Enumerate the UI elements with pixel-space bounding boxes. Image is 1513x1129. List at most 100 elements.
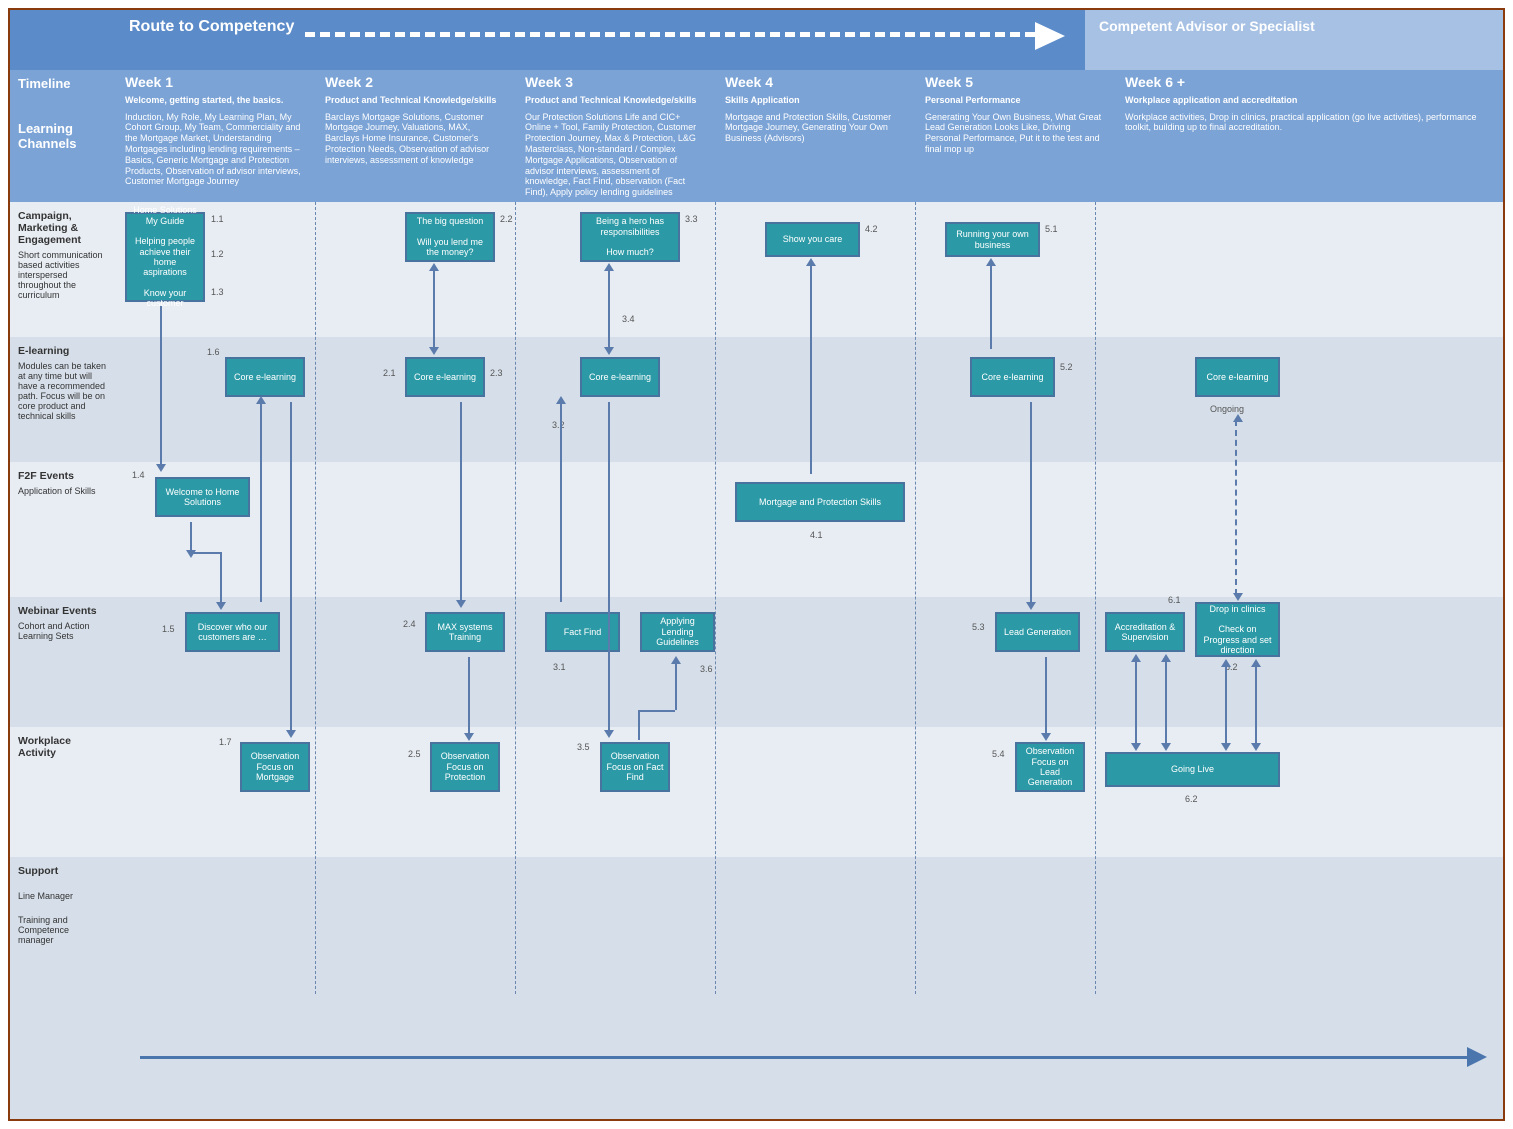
week-title: Week 2 <box>325 74 505 91</box>
arrow <box>190 552 220 554</box>
row-workplace: Workplace Activity <box>10 727 1503 857</box>
node-el-w5: Core e-learning <box>970 357 1055 397</box>
col-sep <box>1095 202 1096 994</box>
arrow <box>468 657 470 735</box>
seq-num: 4.1 <box>810 530 823 540</box>
week-detail: Workplace activities, Drop in clinics, p… <box>1125 112 1476 133</box>
row-title: F2F Events <box>18 470 107 482</box>
arrow <box>1030 402 1032 604</box>
node-wp-w6: Going Live <box>1105 752 1280 787</box>
node-web-w6-accred: Accreditation & Supervision <box>1105 612 1185 652</box>
channels-label: Learning Channels <box>18 121 107 151</box>
col-week-5: Week 5 Personal Performance Generating Y… <box>915 70 1115 202</box>
week-title: Week 6 + <box>1125 74 1493 91</box>
col-sep <box>715 202 716 994</box>
arrow <box>460 402 462 602</box>
row-elearning: E-learning Modules can be taken at any t… <box>10 337 1503 462</box>
node-cme-w5: Running your own business <box>945 222 1040 257</box>
seq-num: 2.5 <box>408 749 421 759</box>
col-week-6: Week 6 + Workplace application and accre… <box>1115 70 1503 202</box>
row-axis-label: Timeline Learning Channels <box>10 70 115 202</box>
node-el-w6: Core e-learning <box>1195 357 1280 397</box>
seq-num: 6.2 <box>1185 794 1198 804</box>
week-subtitle: Skills Application <box>725 95 905 106</box>
arrow <box>638 710 640 740</box>
route-title-block: Route to Competency <box>115 10 1085 70</box>
arrow <box>220 552 222 604</box>
week-subtitle: Personal Performance <box>925 95 1105 106</box>
seq-num: 2.1 <box>383 368 396 378</box>
seq-num: 5.1 <box>1045 224 1058 234</box>
end-title: Competent Advisor or Specialist <box>1085 10 1503 70</box>
seq-num: 1.4 <box>132 470 145 480</box>
seq-num: 1.5 <box>162 624 175 634</box>
node-el-w1: Core e-learning <box>225 357 305 397</box>
support-line: Training and Competence manager <box>18 915 107 945</box>
seq-num: 1.6 <box>207 347 220 357</box>
row-label: F2F Events Application of Skills <box>10 462 115 597</box>
arrow <box>638 710 675 712</box>
seq-num: 5.2 <box>1060 362 1073 372</box>
diagram-frame: Route to Competency Competent Advisor or… <box>8 8 1505 1121</box>
support-line: Line Manager <box>18 891 107 901</box>
arrow-bidir <box>1255 665 1257 745</box>
week-subtitle: Workplace application and accreditation <box>1125 95 1493 106</box>
node-web-w1: Discover who our customers are … <box>185 612 280 652</box>
row-title: E-learning <box>18 345 107 357</box>
header-bar: Route to Competency Competent Advisor or… <box>10 10 1503 70</box>
arrow-bidir <box>608 269 610 349</box>
arrow <box>810 264 812 474</box>
seq-num: 4.2 <box>865 224 878 234</box>
col-week-1: Week 1 Welcome, getting started, the bas… <box>115 70 315 202</box>
ongoing-note: Ongoing <box>1210 404 1244 414</box>
seq-num: 2.2 <box>500 214 513 224</box>
week-subtitle: Welcome, getting started, the basics. <box>125 95 305 106</box>
row-title: Webinar Events <box>18 605 107 617</box>
node-web-w3-lending: Applying Lending Guidelines <box>640 612 715 652</box>
support-arrow <box>140 1056 1473 1059</box>
row-title: Workplace Activity <box>18 735 107 759</box>
week-detail: Induction, My Role, My Learning Plan, My… <box>125 112 301 187</box>
seq-num: 5.3 <box>972 622 985 632</box>
week-title: Week 4 <box>725 74 905 91</box>
seq-num: 3.3 <box>685 214 698 224</box>
row-desc: Modules can be taken at any time but wil… <box>18 361 106 421</box>
node-wp-w5: Observation Focus on Lead Generation <box>1015 742 1085 792</box>
seq-num: 3.6 <box>700 664 713 674</box>
node-el-w2: Core e-learning <box>405 357 485 397</box>
week-title: Week 1 <box>125 74 305 91</box>
seq-num: 5.4 <box>992 749 1005 759</box>
node-web-w6-clinics: Drop in clinics Check on Progress and se… <box>1195 602 1280 657</box>
seq-num: 1.7 <box>219 737 232 747</box>
row-desc: Cohort and Action Learning Sets <box>18 621 90 641</box>
arrow <box>608 402 610 732</box>
week-title: Week 3 <box>525 74 705 91</box>
node-web-w5: Lead Generation <box>995 612 1080 652</box>
week-subtitle: Product and Technical Knowledge/skills <box>525 95 705 106</box>
arrow <box>260 402 262 602</box>
week-detail: Mortgage and Protection Skills, Customer… <box>725 112 891 144</box>
arrow <box>290 402 292 732</box>
seq-num: 1.1 <box>211 214 224 224</box>
node-cme-w4: Show you care <box>765 222 860 257</box>
row-label: Campaign, Marketing & Engagement Short c… <box>10 202 115 337</box>
node-web-w2: MAX systems Training <box>425 612 505 652</box>
timeline-label: Timeline <box>18 76 107 91</box>
node-f2f-w4: Mortgage and Protection Skills <box>735 482 905 522</box>
seq-num: 1.3 <box>211 287 224 297</box>
seq-num: 1.2 <box>211 249 224 259</box>
seq-num: 3.4 <box>622 314 635 324</box>
route-title: Route to Competency <box>129 18 294 35</box>
arrow <box>675 662 677 710</box>
col-sep <box>315 202 316 994</box>
node-el-w3: Core e-learning <box>580 357 660 397</box>
node-cme-w2: The big question Will you lend me the mo… <box>405 212 495 262</box>
row-title: Support <box>18 865 107 877</box>
row-title: Campaign, Marketing & Engagement <box>18 210 107 246</box>
row-support: Support Line Manager Training and Compet… <box>10 857 1503 1119</box>
swimlanes: Campaign, Marketing & Engagement Short c… <box>10 202 1503 1119</box>
row-label: Webinar Events Cohort and Action Learnin… <box>10 597 115 727</box>
arrow <box>190 522 192 552</box>
arrow <box>990 264 992 349</box>
row-campaign: Campaign, Marketing & Engagement Short c… <box>10 202 1503 337</box>
